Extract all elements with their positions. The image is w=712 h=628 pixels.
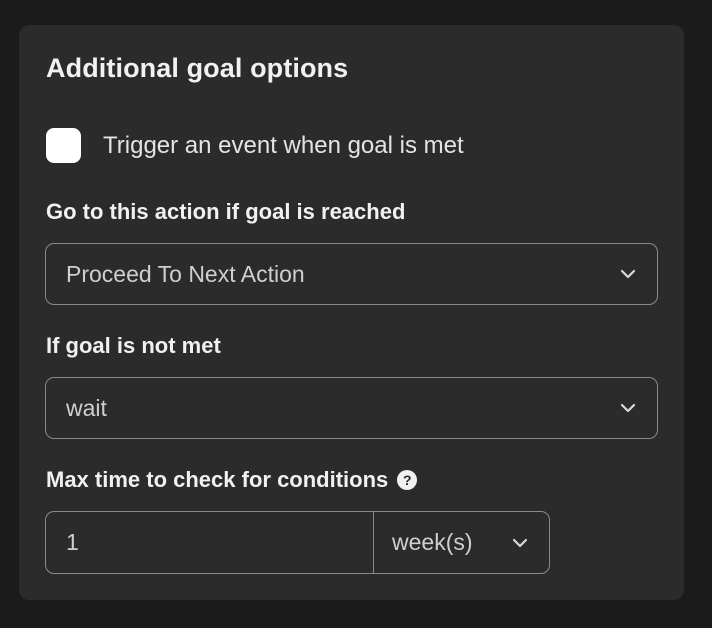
- max-time-unit-value: week(s): [392, 529, 473, 555]
- app-frame: Additional goal options Trigger an event…: [0, 0, 712, 628]
- chevron-down-icon: [617, 263, 639, 285]
- goal-reached-select[interactable]: Proceed To Next Action: [45, 243, 658, 305]
- trigger-event-option[interactable]: Trigger an event when goal is met: [46, 128, 464, 163]
- goal-not-met-select[interactable]: wait: [45, 377, 658, 439]
- goal-options-panel: Additional goal options Trigger an event…: [19, 25, 684, 600]
- max-time-control: week(s): [45, 511, 550, 574]
- max-time-value-input[interactable]: [46, 512, 374, 573]
- chevron-down-icon: [617, 397, 639, 419]
- trigger-event-checkbox[interactable]: [46, 128, 81, 163]
- goal-not-met-value: wait: [66, 394, 107, 421]
- question-circle-icon[interactable]: ?: [397, 470, 418, 490]
- goal-not-met-label: If goal is not met: [46, 333, 221, 358]
- max-time-label-row: Max time to check for conditions?: [46, 467, 418, 493]
- max-time-unit-select[interactable]: week(s): [374, 512, 549, 573]
- goal-reached-value: Proceed To Next Action: [66, 260, 305, 287]
- goal-reached-label: Go to this action if goal is reached: [46, 199, 406, 224]
- max-time-label: Max time to check for conditions: [46, 467, 389, 492]
- trigger-event-label: Trigger an event when goal is met: [103, 131, 464, 159]
- panel-title: Additional goal options: [46, 53, 349, 83]
- chevron-down-icon: [509, 532, 531, 554]
